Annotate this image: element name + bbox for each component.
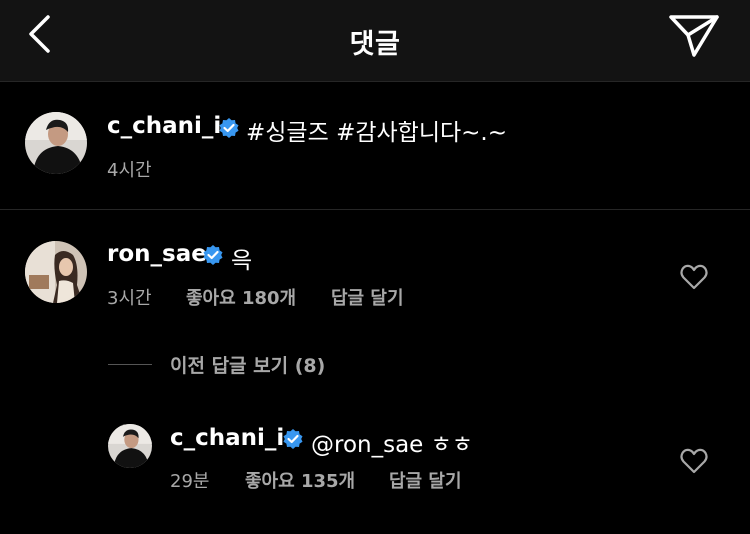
reply-username[interactable]: c_chani_i xyxy=(170,425,284,451)
reply-time: 29분 xyxy=(170,471,210,492)
replies-divider-line xyxy=(108,364,152,365)
reply-likes[interactable]: 좋아요 135개 xyxy=(245,467,355,493)
verified-badge-icon xyxy=(203,245,223,265)
comment-text: 윽 xyxy=(231,248,253,274)
caption-username[interactable]: c_chani_i xyxy=(107,113,221,139)
comment-time: 3시간 xyxy=(107,288,152,309)
heart-icon[interactable] xyxy=(680,264,708,290)
paper-plane-icon xyxy=(669,15,719,57)
verified-badge-icon xyxy=(283,429,303,449)
reply-reply-button[interactable]: 답글 달기 xyxy=(389,467,462,493)
divider xyxy=(0,209,750,210)
comment-username[interactable]: ron_sae xyxy=(107,241,207,267)
comment-avatar[interactable] xyxy=(25,241,87,303)
reply-avatar[interactable] xyxy=(108,424,152,468)
top-bar: 댓글 xyxy=(0,0,750,82)
reply-text: @ron_sae ㅎㅎ xyxy=(311,432,473,458)
page-title: 댓글 xyxy=(349,29,401,60)
view-previous-replies[interactable]: 이전 답글 보기 (8) xyxy=(170,351,325,378)
comment-reply-button[interactable]: 답글 달기 xyxy=(331,284,404,310)
verified-badge-icon xyxy=(219,118,239,138)
caption-text: #싱글즈 #감사합니다~.~ xyxy=(246,120,507,146)
caption-time: 4시간 xyxy=(107,160,152,181)
comment-likes[interactable]: 좋아요 180개 xyxy=(186,284,296,310)
heart-icon[interactable] xyxy=(680,448,708,474)
share-button[interactable] xyxy=(668,14,720,58)
caption-avatar[interactable] xyxy=(25,112,87,174)
